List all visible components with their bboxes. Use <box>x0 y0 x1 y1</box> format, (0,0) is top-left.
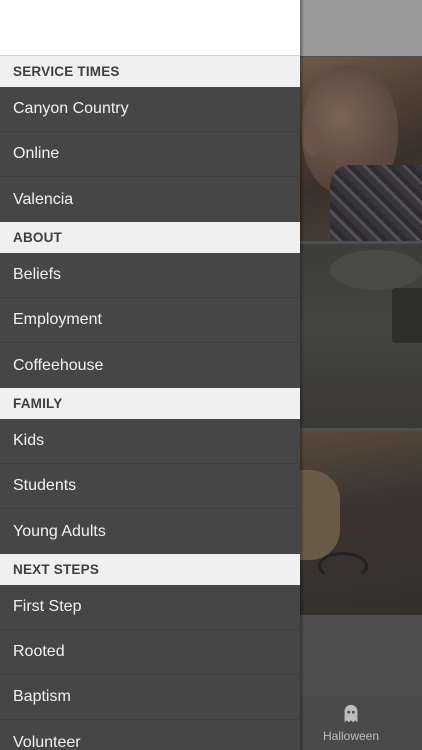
menu-item-young-adults[interactable]: Young Adults <box>0 509 300 554</box>
menu-item-valencia[interactable]: Valencia <box>0 177 300 222</box>
menu-item-coffeehouse[interactable]: Coffeehouse <box>0 343 300 388</box>
feed-image-arm <box>300 470 340 560</box>
navigation-drawer: SERVICE TIMES Canyon Country Online Vale… <box>0 0 300 750</box>
feed-image-object <box>392 288 422 343</box>
section-service-times: SERVICE TIMES Canyon Country Online Vale… <box>0 56 300 222</box>
menu-item-employment[interactable]: Employment <box>0 298 300 343</box>
section-header: SERVICE TIMES <box>0 56 300 87</box>
menu-item-baptism[interactable]: Baptism <box>0 675 300 720</box>
section-header: NEXT STEPS <box>0 554 300 585</box>
menu-item-first-step[interactable]: First Step <box>0 585 300 630</box>
feed-image-person-shirt <box>330 165 422 241</box>
menu-item-beliefs[interactable]: Beliefs <box>0 253 300 298</box>
section-about: ABOUT Beliefs Employment Coffeehouse <box>0 222 300 388</box>
menu-item-volunteer[interactable]: Volunteer <box>0 720 300 750</box>
menu-item-canyon-country[interactable]: Canyon Country <box>0 87 300 132</box>
section-header: FAMILY <box>0 388 300 419</box>
tab-halloween[interactable]: Halloween <box>300 696 402 750</box>
menu-item-students[interactable]: Students <box>0 464 300 509</box>
ghost-icon <box>344 704 358 723</box>
section-family: FAMILY Kids Students Young Adults <box>0 388 300 554</box>
tab-label: Halloween <box>322 729 380 743</box>
drawer-edge-shadow <box>300 0 304 750</box>
section-header: ABOUT <box>0 222 300 253</box>
drawer-header <box>0 0 300 56</box>
feed-image-person-ear <box>303 122 321 156</box>
menu-item-kids[interactable]: Kids <box>0 419 300 464</box>
section-next-steps: NEXT STEPS First Step Rooted Baptism Vol… <box>0 554 300 750</box>
feed-image-plate <box>330 250 422 290</box>
menu-item-online[interactable]: Online <box>0 132 300 177</box>
feed-image-4[interactable] <box>300 618 422 696</box>
feed-image-sunglasses <box>318 552 368 580</box>
menu-item-rooted[interactable]: Rooted <box>0 630 300 675</box>
